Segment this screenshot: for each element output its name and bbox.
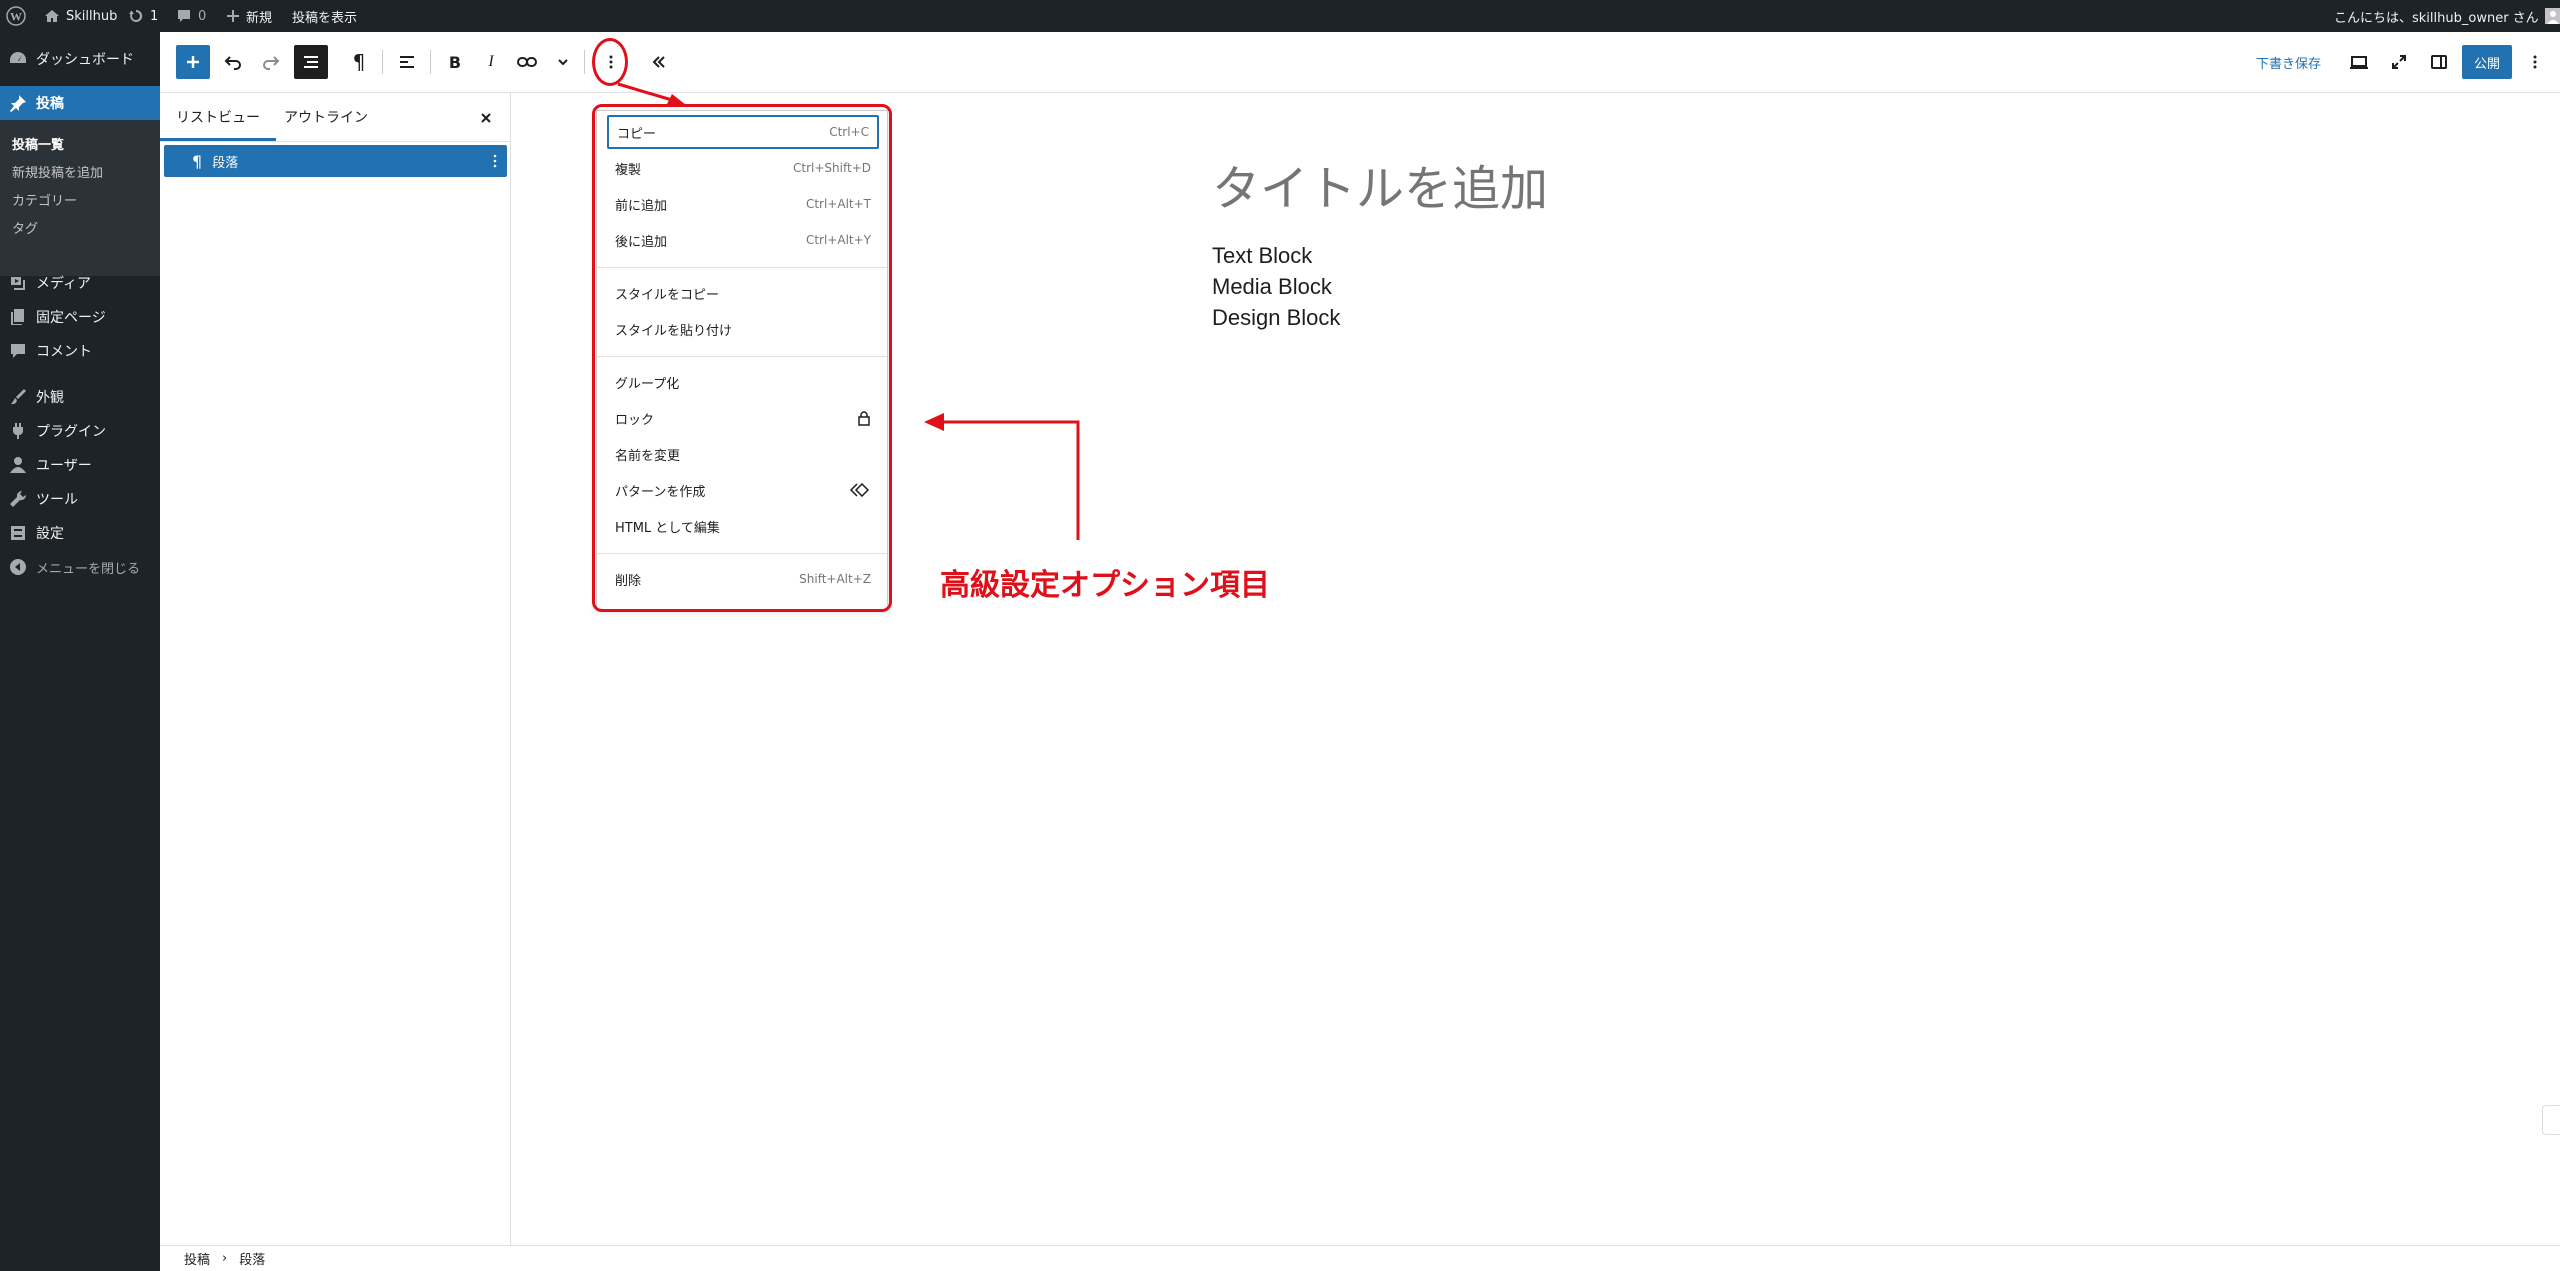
annotation-label: 高級設定オプション項目 — [940, 568, 1270, 603]
annotation-arrows — [617, 82, 1080, 540]
arrow-to-menu-head — [666, 94, 686, 106]
arrow-to-menu — [617, 82, 673, 102]
arrow-to-options — [940, 420, 1080, 540]
arrow-to-options-head — [924, 413, 944, 431]
